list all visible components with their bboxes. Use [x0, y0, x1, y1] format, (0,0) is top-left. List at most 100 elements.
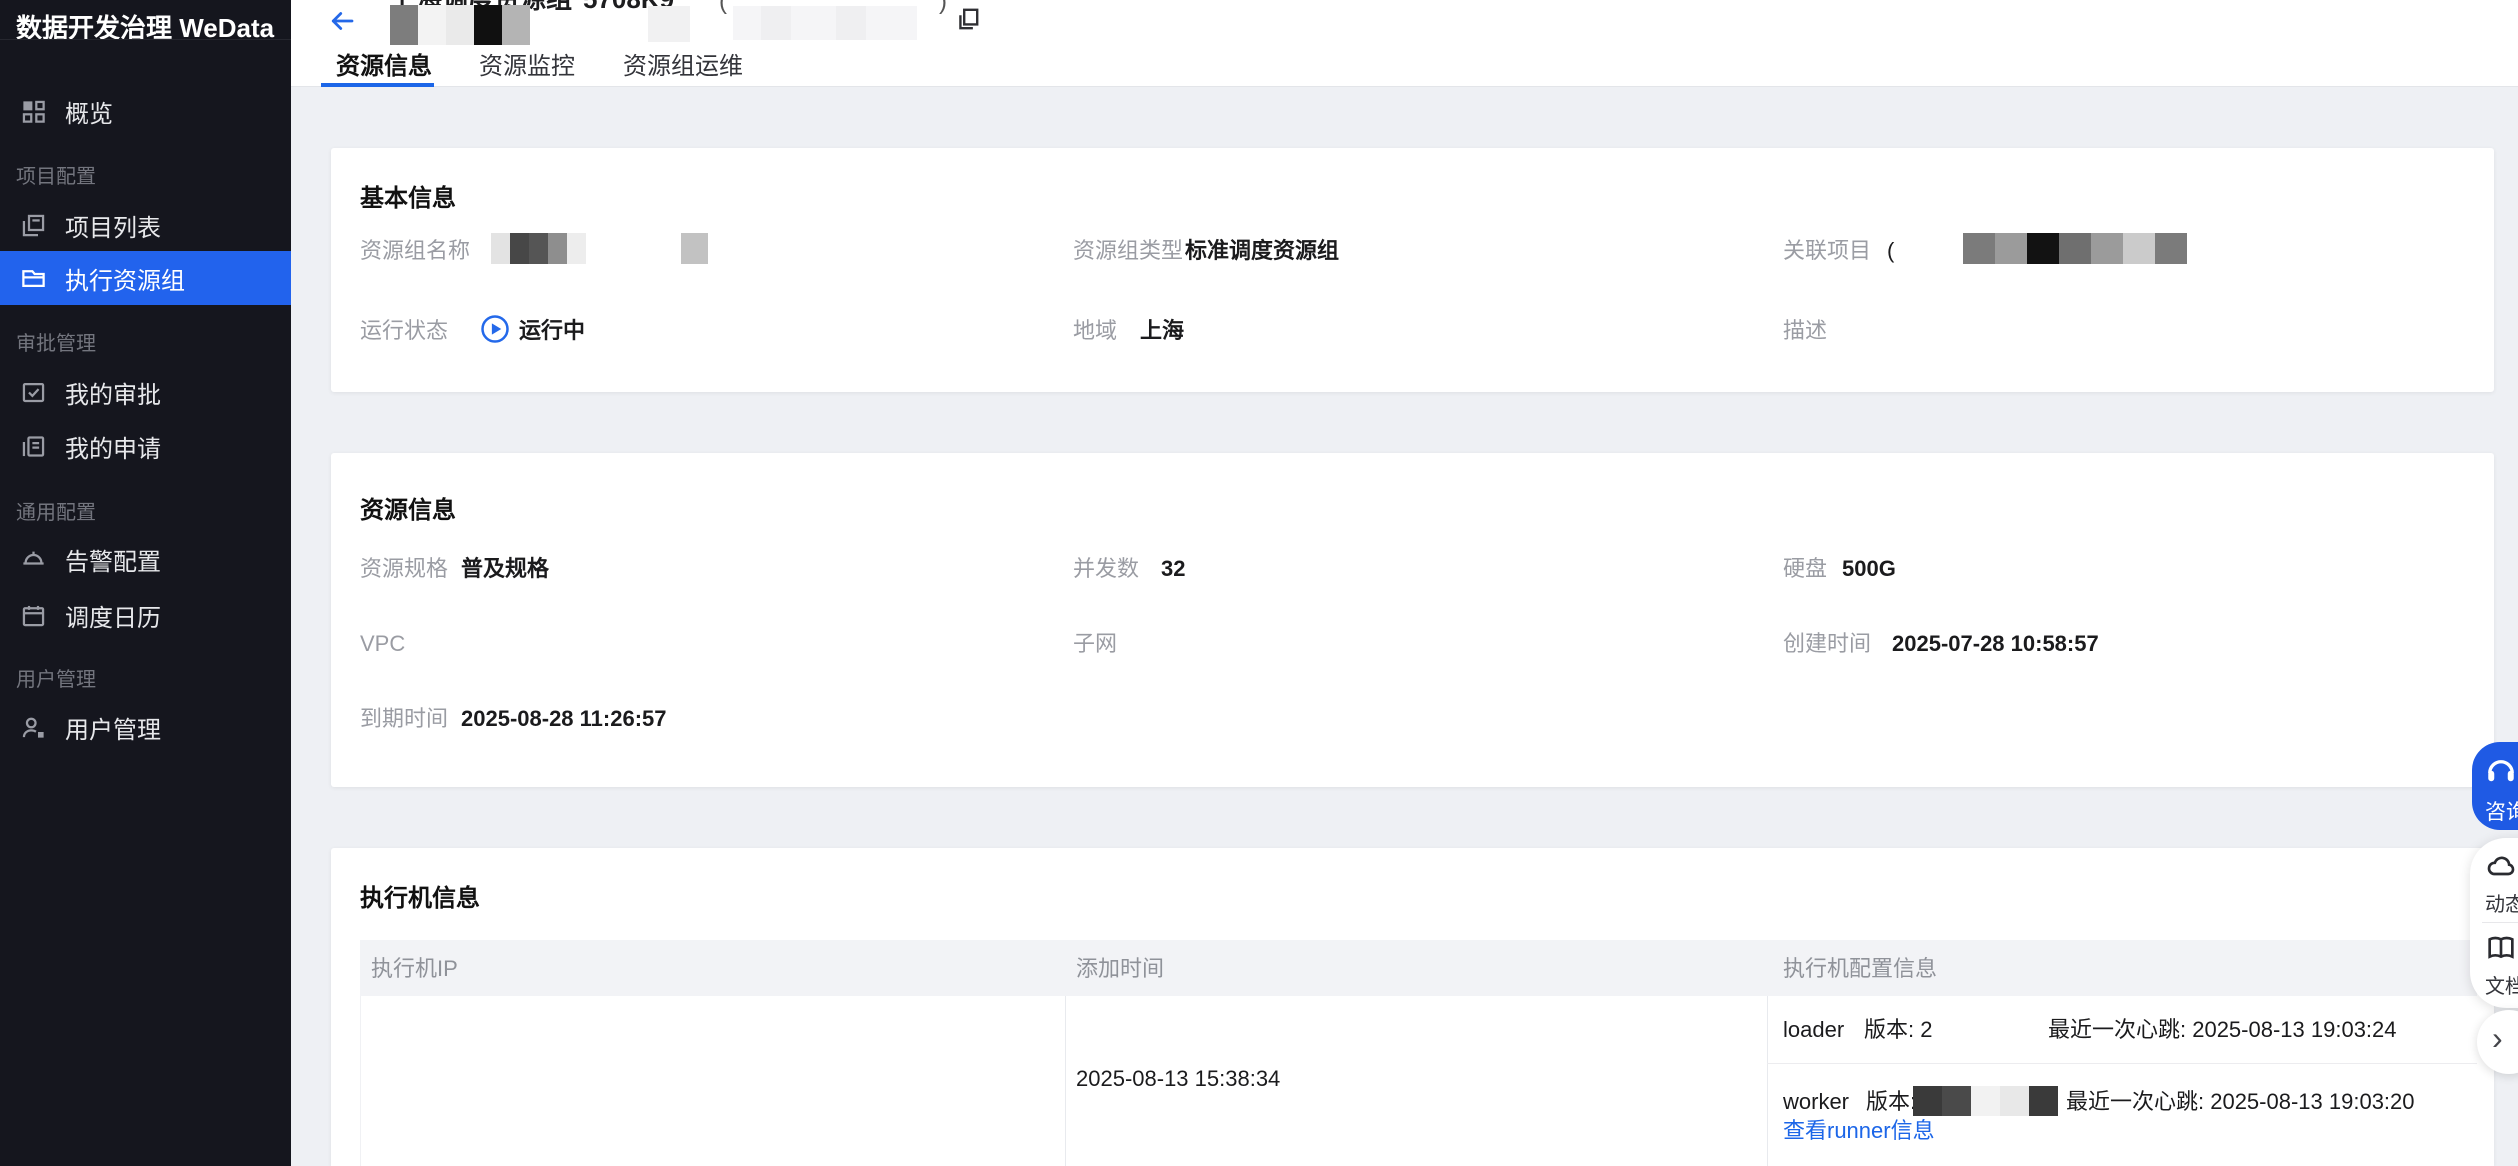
news-cloud-icon[interactable]: [2485, 850, 2517, 887]
field-value-created-at: 2025-07-28 10:58:57: [1892, 633, 2099, 655]
basic-info-title: 基本信息: [360, 178, 456, 213]
docs-label[interactable]: 文档: [2485, 970, 2518, 999]
tab-resource-monitor[interactable]: 资源监控: [479, 46, 575, 84]
title-id-redaction: [761, 6, 791, 40]
title-redaction-block: [390, 5, 418, 45]
alarm-config-icon: [20, 546, 47, 573]
sidebar-item-my-applications[interactable]: 我的申请: [0, 419, 291, 473]
field-label-vpc: VPC: [360, 633, 405, 655]
headset-icon: [2483, 752, 2518, 793]
consult-button[interactable]: 咨询: [2472, 742, 2518, 830]
consult-label: 咨询: [2485, 796, 2518, 826]
title-redaction-block: [474, 5, 502, 45]
field-value-concurrency: 32: [1161, 558, 1185, 580]
table-column-divider: [1767, 996, 1768, 1166]
field-value-spec: 普及规格: [461, 558, 549, 580]
field-label-expires-at: 到期时间: [360, 708, 448, 730]
basic-info-card: 基本信息 资源组名称 资源组类型 标准调度资源组 关联项目 ( 运行状态 运行中…: [331, 148, 2494, 392]
field-label-region: 地域: [1073, 320, 1117, 342]
view-runner-info-link[interactable]: 查看runner信息: [1783, 1120, 1935, 1142]
title-redaction-block: [418, 5, 446, 45]
field-label-spec: 资源规格: [360, 558, 448, 580]
field-label-linked-project: 关联项目: [1783, 240, 1871, 262]
user-management-icon: [20, 714, 47, 741]
running-status-icon: [480, 314, 510, 349]
column-header-added-time: 添加时间: [1076, 958, 1164, 980]
loader-heartbeat: 最近一次心跳: 2025-08-13 19:03:24: [2048, 1019, 2397, 1041]
sidebar-item-label: 我的审批: [65, 375, 161, 410]
chevron-right-icon: ›: [2492, 1020, 2503, 1057]
group-name-redaction: [681, 233, 708, 264]
panel-divider: [2482, 922, 2518, 923]
linked-project-redaction: [1963, 233, 2187, 264]
title-redaction-block: [502, 5, 530, 45]
config-row-divider: [1767, 1063, 2477, 1064]
field-label-created-at: 创建时间: [1783, 633, 1871, 655]
sidebar-item-user-management[interactable]: 用户管理: [0, 700, 291, 754]
sidebar-item-label: 用户管理: [65, 710, 161, 745]
table-column-divider: [1065, 996, 1066, 1166]
my-approval-icon: [20, 379, 47, 406]
sidebar-item-label: 项目列表: [65, 208, 161, 243]
title-paren-open: (: [719, 0, 727, 14]
sidebar-item-label: 告警配置: [65, 542, 161, 577]
sidebar-item-label: 概览: [65, 94, 113, 129]
worker-heartbeat: 最近一次心跳: 2025-08-13 19:03:20: [2066, 1091, 2415, 1113]
title-redaction-block: [446, 5, 474, 45]
sidebar-item-overview[interactable]: 概览: [0, 84, 291, 138]
field-label-concurrency: 并发数: [1073, 558, 1139, 580]
my-application-icon: [20, 433, 47, 460]
sidebar-divider: [0, 39, 291, 40]
field-label-disk: 硬盘: [1783, 558, 1827, 580]
loader-version: 版本: 2: [1864, 1019, 1932, 1041]
executor-info-title: 执行机信息: [360, 878, 480, 913]
dashboard-icon: [20, 98, 47, 125]
resource-group-icon: [20, 265, 47, 292]
loader-name: loader: [1783, 1019, 1844, 1041]
table-left-border: [360, 996, 361, 1166]
sidebar-item-project-list[interactable]: 项目列表: [0, 198, 291, 252]
wedata-console: 数据开发治理 WeData 概览 项目配置 项目列表 执行资源组 审批管理: [0, 0, 2518, 1166]
resource-info-title: 资源信息: [360, 490, 456, 525]
sidebar-section-project-config: 项目配置: [16, 160, 96, 189]
calendar-icon: [20, 602, 47, 629]
field-value-region: 上海: [1140, 320, 1184, 342]
docs-book-icon[interactable]: [2485, 932, 2517, 969]
column-header-executor-ip: 执行机IP: [371, 958, 458, 980]
field-label-group-type: 资源组类型: [1073, 240, 1183, 262]
news-label[interactable]: 动态: [2485, 888, 2518, 917]
sidebar-item-alarm-config[interactable]: 告警配置: [0, 532, 291, 586]
field-value-linked-project: (: [1887, 240, 1894, 262]
title-id-redaction: [836, 6, 866, 40]
sidebar: 数据开发治理 WeData 概览 项目配置 项目列表 执行资源组 审批管理: [0, 0, 291, 1166]
sidebar-item-schedule-calendar[interactable]: 调度日历: [0, 588, 291, 642]
field-label-subnet: 子网: [1073, 633, 1117, 655]
sidebar-item-label: 我的申请: [65, 429, 161, 464]
field-label-run-status: 运行状态: [360, 320, 448, 342]
title-redaction-block: [648, 6, 690, 42]
field-label-description: 描述: [1783, 320, 1827, 342]
worker-version-redaction: [1913, 1086, 2058, 1116]
field-value-run-status: 运行中: [519, 320, 585, 342]
field-value-expires-at: 2025-08-28 11:26:57: [461, 708, 667, 730]
back-button[interactable]: [325, 6, 361, 38]
active-tab-indicator: [321, 83, 434, 87]
sidebar-section-user-management: 用户管理: [16, 663, 96, 692]
worker-name: worker: [1783, 1091, 1849, 1113]
page-header: 上海调度资源组 5708K9 ( ) 资源信息 资源监控 资源组运维: [291, 0, 2518, 87]
sidebar-item-my-approvals[interactable]: 我的审批: [0, 365, 291, 419]
cell-added-time: 2025-08-13 15:38:34: [1076, 1068, 1280, 1090]
field-value-group-type: 标准调度资源组: [1185, 240, 1339, 262]
sidebar-section-approval: 审批管理: [16, 327, 96, 356]
sidebar-item-exec-resource-group[interactable]: 执行资源组: [0, 251, 291, 305]
main-area: 上海调度资源组 5708K9 ( ) 资源信息 资源监控 资源组运维: [291, 0, 2518, 1166]
tab-resource-group-ops[interactable]: 资源组运维: [623, 46, 743, 84]
copy-icon[interactable]: [955, 6, 981, 34]
project-list-icon: [20, 212, 47, 239]
field-label-group-name: 资源组名称: [360, 240, 470, 262]
sidebar-item-label: 执行资源组: [65, 261, 185, 296]
group-name-redaction: [491, 233, 586, 264]
executor-table-header: [360, 940, 2477, 996]
field-value-disk: 500G: [1842, 558, 1896, 580]
tab-resource-info[interactable]: 资源信息: [336, 46, 432, 84]
